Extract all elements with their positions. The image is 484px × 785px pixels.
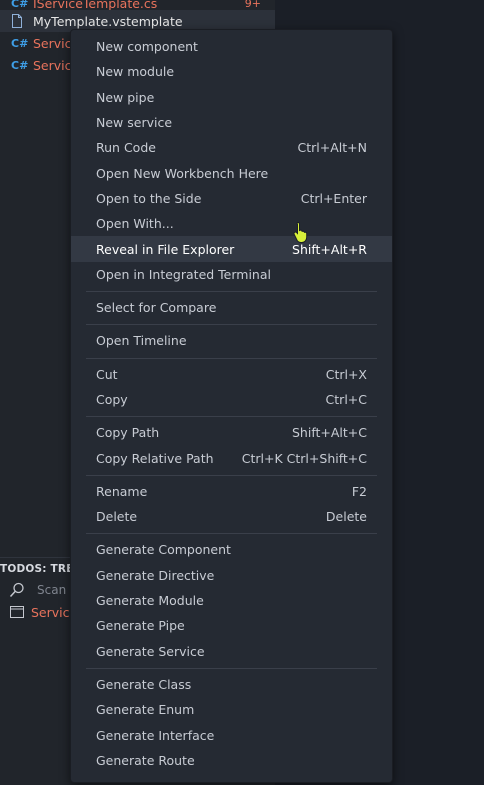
- menu-item-open-to-the-side[interactable]: Open to the Side Ctrl+Enter: [71, 186, 392, 211]
- menu-item-generate-enum[interactable]: Generate Enum: [71, 697, 392, 722]
- menu-item-label: Generate Interface: [96, 727, 215, 743]
- menu-item-generate-interface[interactable]: Generate Interface: [71, 722, 392, 747]
- menu-item-label: Open to the Side: [96, 190, 202, 206]
- menu-item-label: Open Timeline: [96, 333, 187, 349]
- csharp-file-icon: C#: [11, 0, 29, 10]
- menu-item-label: Generate Class: [96, 676, 192, 692]
- window-icon: [10, 606, 30, 618]
- search-icon: [9, 582, 29, 598]
- menu-item-shortcut: Shift+Alt+C: [291, 425, 367, 441]
- menu-separator: [86, 324, 377, 326]
- menu-item-label: Generate Component: [96, 542, 231, 558]
- menu-item-select-for-compare[interactable]: Select for Compare: [71, 295, 392, 320]
- menu-item-copy[interactable]: Copy Ctrl+C: [71, 387, 392, 412]
- csharp-file-icon: C#: [11, 58, 29, 72]
- menu-item-new-pipe[interactable]: New pipe: [71, 85, 392, 110]
- menu-item-label: Open With...: [96, 216, 174, 232]
- menu-item-cut[interactable]: Cut Ctrl+X: [71, 362, 392, 387]
- menu-item-label: Generate Module: [96, 593, 204, 609]
- menu-separator: [86, 290, 377, 292]
- hand-pointer-icon: [293, 221, 309, 243]
- menu-item-new-module[interactable]: New module: [71, 59, 392, 84]
- menu-item-open-with[interactable]: Open With...: [71, 211, 392, 236]
- menu-item-label: Generate Pipe: [96, 618, 185, 634]
- menu-item-label: New module: [96, 64, 175, 80]
- menu-item-label: Select for Compare: [96, 300, 217, 316]
- menu-item-open-in-integrated-terminal[interactable]: Open in Integrated Terminal: [71, 262, 392, 287]
- menu-item-generate-module[interactable]: Generate Module: [71, 588, 392, 613]
- menu-separator: [86, 357, 377, 359]
- menu-item-label: New pipe: [96, 89, 155, 105]
- menu-item-rename[interactable]: Rename F2: [71, 479, 392, 504]
- menu-item-label: Reveal in File Explorer: [96, 241, 235, 257]
- menu-item-delete[interactable]: Delete Delete: [71, 504, 392, 529]
- menu-item-new-service[interactable]: New service: [71, 110, 392, 135]
- menu-item-shortcut: Ctrl+Enter: [300, 190, 367, 206]
- menu-item-label: Generate Service: [96, 643, 205, 659]
- menu-item-generate-component[interactable]: Generate Component: [71, 537, 392, 562]
- tree-item-label: MyTemplate.vstemplate: [33, 13, 183, 29]
- csharp-file-icon: C#: [11, 36, 29, 50]
- todos-tree-title: TODOS: TREE: [0, 562, 81, 575]
- menu-item-label: Copy Relative Path: [96, 450, 214, 466]
- menu-item-reveal-in-file-explorer[interactable]: Reveal in File Explorer Shift+Alt+R: [71, 236, 392, 262]
- menu-separator: [86, 533, 377, 535]
- menu-item-label: Open New Workbench Here: [96, 165, 269, 181]
- menu-item-shortcut: Ctrl+C: [325, 392, 367, 407]
- menu-separator: [86, 474, 377, 476]
- context-menu: New component New module New pipe New servi…: [70, 29, 393, 783]
- menu-item-open-timeline[interactable]: Open Timeline: [71, 328, 392, 353]
- menu-item-label: Copy Path: [96, 425, 160, 441]
- menu-item-label: Rename: [96, 483, 148, 499]
- menu-item-generate-directive[interactable]: Generate Directive: [71, 563, 392, 588]
- menu-item-new-component[interactable]: New component: [71, 34, 392, 59]
- menu-item-run-code[interactable]: Run Code Ctrl+Alt+N: [71, 135, 392, 160]
- menu-item-label: Cut: [96, 366, 118, 382]
- menu-item-shortcut: Shift+Alt+R: [292, 241, 367, 257]
- menu-item-label: Generate Route: [96, 752, 195, 768]
- menu-separator: [86, 667, 377, 669]
- menu-item-label: New component: [96, 39, 198, 55]
- menu-item-copy-path[interactable]: Copy Path Shift+Alt+C: [71, 420, 392, 445]
- problem-count-badge: 9+: [244, 0, 261, 10]
- menu-item-shortcut: Ctrl+X: [325, 366, 367, 382]
- menu-item-shortcut: Ctrl+K Ctrl+Shift+C: [241, 450, 367, 466]
- menu-item-label: Generate Enum: [96, 702, 195, 718]
- menu-item-label: New service: [96, 115, 173, 131]
- menu-item-copy-relative-path[interactable]: Copy Relative Path Ctrl+K Ctrl+Shift+C: [71, 445, 392, 470]
- tree-item-label: IServiceTemplate.cs: [33, 0, 158, 11]
- menu-item-label: Delete: [96, 509, 138, 525]
- menu-item-shortcut: F2: [351, 483, 367, 499]
- menu-item-generate-class[interactable]: Generate Class: [71, 672, 392, 697]
- menu-item-generate-pipe[interactable]: Generate Pipe: [71, 613, 392, 638]
- menu-item-label: Run Code: [96, 140, 156, 156]
- menu-item-shortcut: Delete: [325, 509, 367, 525]
- menu-item-shortcut: Ctrl+Alt+N: [297, 140, 367, 156]
- menu-item-open-new-workbench-here[interactable]: Open New Workbench Here: [71, 160, 392, 185]
- menu-item-generate-service[interactable]: Generate Service: [71, 639, 392, 664]
- menu-item-generate-route[interactable]: Generate Route: [71, 748, 392, 773]
- menu-item-label: Copy: [96, 392, 128, 407]
- file-icon: [11, 14, 31, 28]
- menu-separator: [86, 416, 377, 418]
- menu-item-label: Generate Directive: [96, 567, 215, 583]
- menu-item-label: Open in Integrated Terminal: [96, 266, 271, 282]
